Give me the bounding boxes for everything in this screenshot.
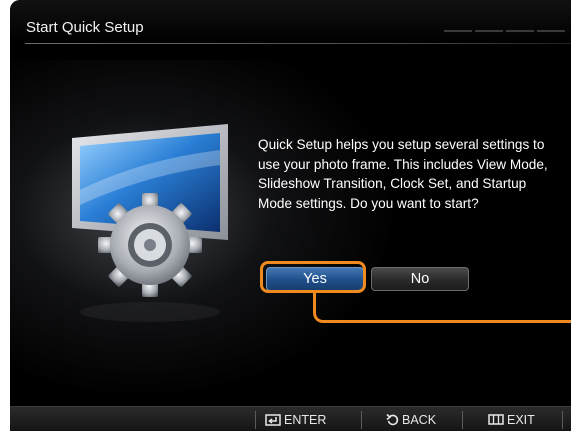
hint-separator [462,411,463,429]
callout-line [313,292,571,323]
title-divider [25,43,571,44]
remote-hint-bar: ENTER BACK EXIT [10,406,571,431]
focus-highlight [260,261,366,293]
quick-setup-screen: Start Quick Setup Quick Setup helps you … [10,0,571,431]
step-indicator [444,30,565,32]
back-arrow-icon [386,413,399,426]
exit-icon [488,414,504,425]
hint-separator [562,411,563,429]
back-label: BACK [402,412,437,427]
enter-hint[interactable]: ENTER [265,407,326,431]
monitor-with-gear-icon [72,124,228,322]
page-title: Start Quick Setup [26,19,144,36]
enter-icon [265,413,281,426]
hint-separator [361,411,362,429]
setup-description: Quick Setup helps you setup several sett… [258,137,548,211]
step-dot [444,30,472,32]
exit-hint[interactable]: EXIT [488,407,535,431]
no-button[interactable]: No [371,267,469,291]
enter-label: ENTER [284,412,327,427]
title-bar: Start Quick Setup [10,0,571,44]
back-hint[interactable]: BACK [386,407,436,431]
step-dot [475,30,503,32]
exit-label: EXIT [507,412,535,427]
step-dot [506,30,534,32]
step-dot [537,30,565,32]
hint-separator [255,411,256,429]
